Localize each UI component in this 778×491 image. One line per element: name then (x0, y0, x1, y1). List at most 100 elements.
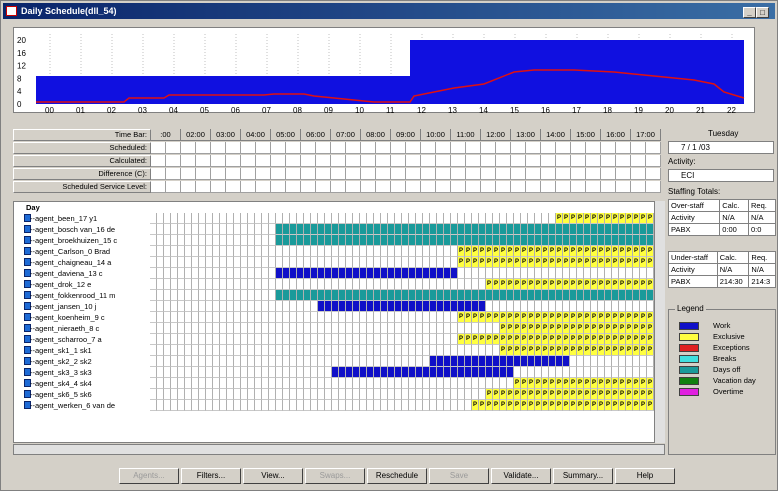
schedule-cell[interactable] (227, 323, 234, 334)
schedule-cell[interactable] (192, 279, 199, 290)
schedule-cell[interactable] (199, 345, 206, 356)
schedule-cell[interactable] (493, 367, 500, 378)
schedule-cell[interactable] (185, 290, 192, 301)
schedule-cell[interactable]: P (521, 246, 528, 257)
schedule-cell[interactable] (297, 224, 304, 235)
schedule-cell[interactable] (269, 367, 276, 378)
schedule-cell[interactable] (465, 213, 472, 224)
schedule-cell[interactable]: P (514, 389, 521, 400)
schedule-cell[interactable]: P (514, 312, 521, 323)
schedule-cell[interactable] (227, 378, 234, 389)
schedule-cell[interactable]: P (619, 312, 626, 323)
schedule-cell[interactable] (584, 290, 591, 301)
schedule-cell[interactable] (409, 312, 416, 323)
schedule-cell[interactable] (192, 301, 199, 312)
schedule-cell[interactable] (472, 389, 479, 400)
schedule-cell[interactable] (332, 356, 339, 367)
schedule-cell[interactable] (556, 290, 563, 301)
schedule-cell[interactable] (171, 213, 178, 224)
schedule-cell[interactable] (178, 334, 185, 345)
schedule-cell[interactable]: P (556, 345, 563, 356)
schedule-cell[interactable]: P (486, 389, 493, 400)
schedule-cell[interactable] (402, 246, 409, 257)
schedule-cell[interactable] (353, 367, 360, 378)
schedule-cell[interactable] (283, 279, 290, 290)
schedule-cell[interactable]: P (598, 312, 605, 323)
schedule-cell[interactable] (283, 378, 290, 389)
schedule-cell[interactable] (192, 378, 199, 389)
button-4[interactable]: Reschedule (367, 468, 427, 484)
schedule-cell[interactable]: P (486, 334, 493, 345)
schedule-cell[interactable] (157, 345, 164, 356)
schedule-cell[interactable] (409, 257, 416, 268)
schedule-cell[interactable]: P (556, 213, 563, 224)
schedule-cell[interactable] (353, 213, 360, 224)
schedule-cell[interactable] (325, 246, 332, 257)
schedule-cell[interactable] (458, 389, 465, 400)
schedule-cell[interactable]: P (465, 257, 472, 268)
schedule-cell[interactable]: P (563, 246, 570, 257)
schedule-cell[interactable]: P (549, 389, 556, 400)
schedule-cell[interactable] (178, 235, 185, 246)
schedule-cell[interactable] (276, 213, 283, 224)
schedule-cell[interactable] (367, 235, 374, 246)
schedule-cell[interactable] (514, 268, 521, 279)
schedule-cell[interactable] (318, 301, 325, 312)
schedule-cell[interactable] (290, 246, 297, 257)
schedule-cell[interactable] (388, 301, 395, 312)
schedule-cell[interactable] (199, 323, 206, 334)
schedule-cell[interactable] (171, 400, 178, 411)
schedule-cell[interactable] (374, 257, 381, 268)
schedule-cell[interactable] (332, 378, 339, 389)
schedule-cell[interactable] (311, 213, 318, 224)
schedule-cell[interactable] (311, 290, 318, 301)
schedule-cell[interactable]: P (626, 246, 633, 257)
schedule-cell[interactable] (472, 301, 479, 312)
schedule-cell[interactable]: P (535, 400, 542, 411)
schedule-cell[interactable] (164, 400, 171, 411)
schedule-cell[interactable] (178, 378, 185, 389)
schedule-cell[interactable] (325, 345, 332, 356)
schedule-cell[interactable] (220, 345, 227, 356)
schedule-cell[interactable] (290, 301, 297, 312)
schedule-cell[interactable]: P (647, 246, 654, 257)
agent-row[interactable]: --agent_drok_12 ePPPPPPPPPPPPPPPPPPPPPPP… (14, 279, 662, 290)
schedule-cell[interactable]: P (605, 312, 612, 323)
schedule-cell[interactable]: P (577, 389, 584, 400)
agent-row[interactable]: --agent_sk1_1 sk1 P P P P P P P P P P P P P P P P P P P P P P (14, 345, 662, 356)
schedule-cell[interactable] (234, 224, 241, 235)
schedule-cell[interactable] (409, 367, 416, 378)
schedule-cell[interactable] (178, 400, 185, 411)
schedule-cell[interactable]: P (535, 279, 542, 290)
schedule-cell[interactable] (500, 356, 507, 367)
schedule-cell[interactable] (402, 400, 409, 411)
schedule-cell[interactable] (220, 356, 227, 367)
schedule-cell[interactable] (339, 290, 346, 301)
schedule-cell[interactable] (234, 290, 241, 301)
schedule-cell[interactable] (157, 279, 164, 290)
schedule-cell[interactable] (591, 290, 598, 301)
activity-select[interactable]: ECI (668, 169, 774, 182)
schedule-cell[interactable] (395, 301, 402, 312)
schedule-cell[interactable] (388, 246, 395, 257)
schedule-cell[interactable] (360, 268, 367, 279)
schedule-cell[interactable] (213, 334, 220, 345)
schedule-cell[interactable] (423, 356, 430, 367)
schedule-cell[interactable] (374, 268, 381, 279)
schedule-cell[interactable] (276, 323, 283, 334)
schedule-cell[interactable] (626, 367, 633, 378)
schedule-cell[interactable] (374, 312, 381, 323)
schedule-cell[interactable] (388, 268, 395, 279)
schedule-cell[interactable] (234, 323, 241, 334)
schedule-cell[interactable] (304, 279, 311, 290)
schedule-cell[interactable] (262, 323, 269, 334)
schedule-cell[interactable] (444, 400, 451, 411)
schedule-cell[interactable]: P (591, 246, 598, 257)
schedule-cell[interactable] (332, 279, 339, 290)
schedule-cell[interactable] (234, 400, 241, 411)
schedule-cell[interactable] (339, 367, 346, 378)
schedule-cell[interactable]: P (507, 279, 514, 290)
schedule-cell[interactable] (269, 356, 276, 367)
schedule-cell[interactable] (437, 224, 444, 235)
schedule-cell[interactable] (528, 367, 535, 378)
